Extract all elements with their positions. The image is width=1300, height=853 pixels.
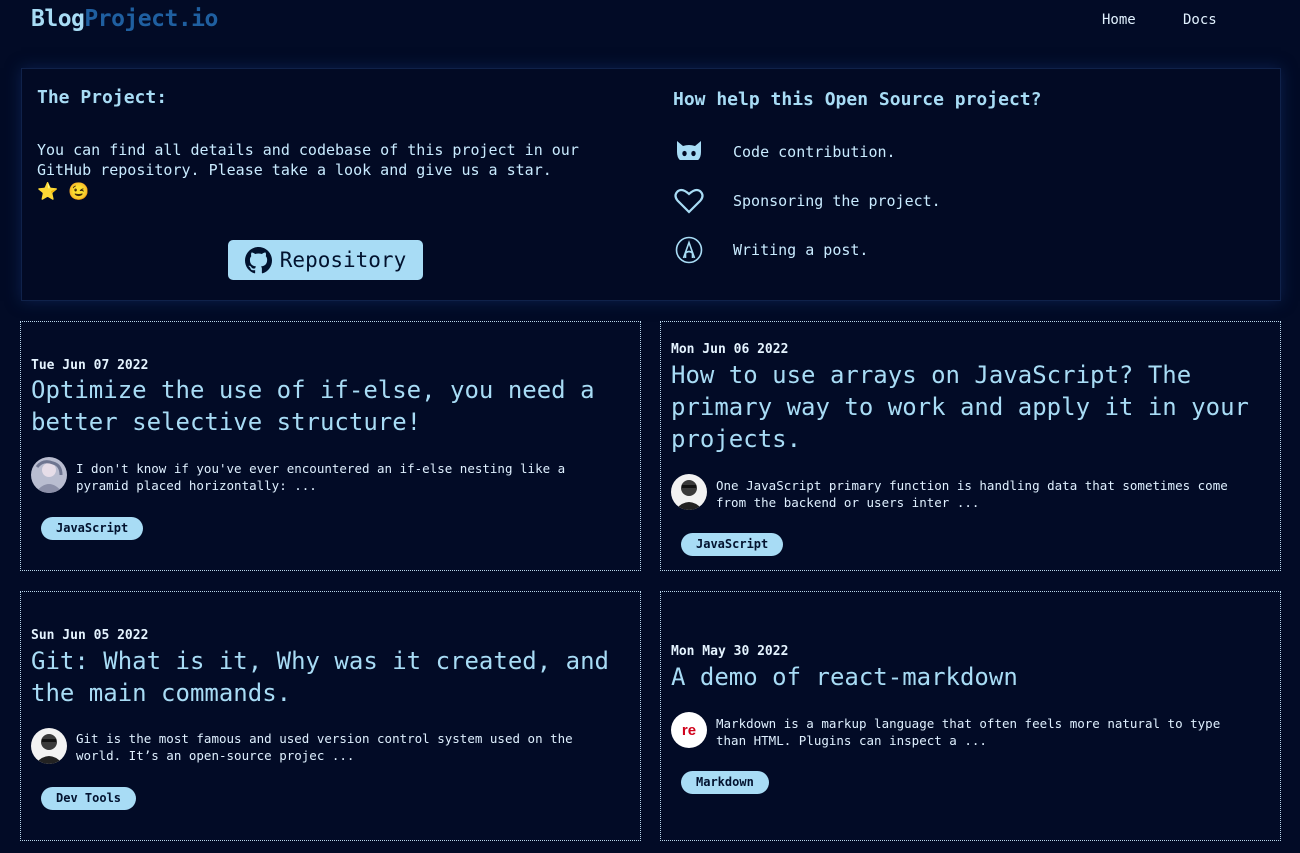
nav-home-link[interactable]: Home: [1102, 12, 1136, 28]
project-title: The Project:: [37, 87, 168, 108]
help-item-post-label: Writing a post.: [733, 241, 869, 259]
github-cat-icon: [673, 137, 705, 167]
tag-javascript[interactable]: JavaScript: [41, 517, 144, 540]
repository-button-label: Repository: [279, 248, 407, 272]
post-excerpt: Markdown is a markup language that often…: [716, 716, 1221, 748]
help-item-sponsor: Sponsoring the project.: [673, 186, 941, 216]
help-title: How help this Open Source project?: [673, 89, 1042, 110]
react-markdown-avatar-text: re: [681, 721, 697, 739]
help-item-sponsor-label: Sponsoring the project.: [733, 192, 941, 210]
help-item-code-label: Code contribution.: [733, 143, 896, 161]
post-card[interactable]: Mon May 30 2022 A demo of react-markdown…: [660, 591, 1281, 841]
tag-markdown[interactable]: Markdown: [681, 771, 769, 794]
post-title[interactable]: How to use arrays on JavaScript? The pri…: [671, 359, 1271, 455]
help-item-post: Writing a post.: [673, 235, 868, 265]
star-wink-emojis: ⭐ 😉: [37, 182, 90, 202]
post-excerpt: Git is the most famous and used version …: [76, 731, 573, 763]
heart-icon: [673, 186, 705, 216]
post-title[interactable]: Git: What is it, Why was it created, and…: [31, 645, 631, 709]
post-date: Tue Jun 07 2022: [31, 358, 149, 373]
repository-button[interactable]: Repository: [228, 240, 423, 280]
tag-javascript[interactable]: JavaScript: [681, 533, 784, 556]
site-logo[interactable]: BlogProject.io: [31, 6, 218, 32]
post-date: Mon May 30 2022: [671, 644, 789, 659]
author-avatar: [671, 474, 707, 510]
nav-docs-link[interactable]: Docs: [1183, 12, 1217, 28]
post-card[interactable]: Tue Jun 07 2022 Optimize the use of if-e…: [20, 321, 641, 571]
author-avatar: [31, 457, 67, 493]
help-item-code: Code contribution.: [673, 137, 896, 167]
post-card[interactable]: Sun Jun 05 2022 Git: What is it, Why was…: [20, 591, 641, 841]
pen-circle-icon: [673, 235, 705, 265]
top-navbar: BlogProject.io Home Docs: [0, 0, 1300, 44]
post-excerpt: One JavaScript primary function is handl…: [716, 478, 1228, 510]
post-date: Sun Jun 05 2022: [31, 628, 149, 643]
github-icon: [244, 246, 272, 274]
author-avatar: re: [671, 712, 707, 748]
author-avatar: [31, 728, 67, 764]
post-card[interactable]: Mon Jun 06 2022 How to use arrays on Jav…: [660, 321, 1281, 571]
logo-part-blog: Blog: [31, 6, 85, 32]
project-panel: The Project: You can find all details an…: [21, 68, 1281, 301]
project-description: You can find all details and codebase of…: [37, 141, 579, 179]
tag-dev-tools[interactable]: Dev Tools: [41, 787, 137, 810]
post-title[interactable]: Optimize the use of if-else, you need a …: [31, 374, 631, 438]
post-title[interactable]: A demo of react-markdown: [671, 661, 1271, 693]
post-excerpt: I don't know if you've ever encountered …: [76, 461, 566, 493]
post-date: Mon Jun 06 2022: [671, 342, 789, 357]
logo-part-project: Project.io: [84, 6, 218, 32]
